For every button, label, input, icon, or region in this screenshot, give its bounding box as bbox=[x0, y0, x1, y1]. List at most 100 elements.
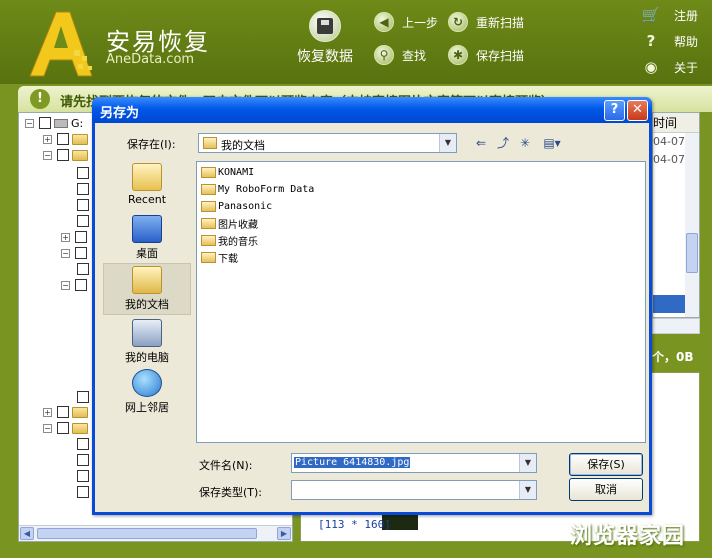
tree-checkbox[interactable] bbox=[57, 422, 69, 434]
close-button[interactable]: ✕ bbox=[627, 100, 648, 121]
register-button[interactable]: 🛒 注册 bbox=[640, 6, 698, 24]
save-scan-icon: ✱ bbox=[448, 45, 468, 65]
expand-icon[interactable]: + bbox=[43, 134, 52, 144]
tree-node[interactable] bbox=[77, 468, 92, 484]
tree-checkbox[interactable] bbox=[77, 167, 89, 179]
selected-row[interactable] bbox=[653, 295, 687, 313]
tree-checkbox[interactable] bbox=[77, 215, 89, 227]
place-recent[interactable]: Recent bbox=[103, 161, 191, 213]
expand-icon[interactable]: + bbox=[61, 232, 70, 242]
tree-node[interactable]: + bbox=[43, 131, 88, 147]
tree-node[interactable]: + bbox=[61, 229, 90, 245]
tree-node[interactable] bbox=[77, 452, 92, 468]
tree-checkbox[interactable] bbox=[39, 117, 51, 129]
rescan-button[interactable]: ↻ 重新扫描 bbox=[448, 12, 524, 32]
dialog-titlebar[interactable]: 另存为 ? ✕ bbox=[92, 97, 652, 123]
filename-field[interactable]: Picture 6414830.jpg ▼ bbox=[291, 453, 537, 473]
watermark-text: 浏览器家园 bbox=[570, 524, 686, 549]
back-button[interactable]: ◀ 上一步 bbox=[374, 12, 438, 32]
chevron-down-icon[interactable]: ▼ bbox=[519, 454, 536, 472]
tree-checkbox[interactable] bbox=[75, 231, 87, 243]
tree-checkbox[interactable] bbox=[75, 279, 87, 291]
tree-node[interactable]: − bbox=[61, 245, 90, 261]
chevron-down-icon[interactable]: ▼ bbox=[439, 134, 456, 152]
tree-checkbox[interactable] bbox=[77, 183, 89, 195]
tree-node[interactable] bbox=[77, 484, 92, 500]
scroll-thumb[interactable] bbox=[37, 528, 257, 539]
tree-checkbox[interactable] bbox=[77, 486, 89, 498]
tree-horizontal-scrollbar[interactable]: ◀ ▶ bbox=[19, 525, 292, 541]
folder-icon bbox=[201, 166, 216, 178]
scroll-thumb[interactable] bbox=[686, 233, 698, 273]
tree-node[interactable]: − bbox=[43, 420, 88, 436]
about-button[interactable]: ◉ 关于 bbox=[640, 58, 698, 76]
list-item[interactable]: My RoboForm Data bbox=[201, 181, 314, 197]
list-item[interactable]: 图片收藏 bbox=[201, 215, 258, 231]
scroll-right-icon[interactable]: ▶ bbox=[277, 527, 291, 540]
up-folder-icon[interactable]: ⤴ bbox=[493, 134, 513, 152]
back-arrow-icon[interactable]: ⇐ bbox=[471, 134, 491, 152]
tree-checkbox[interactable] bbox=[57, 133, 69, 145]
tree-checkbox[interactable] bbox=[75, 247, 87, 259]
find-button[interactable]: ⚲ 查找 bbox=[374, 45, 426, 65]
save-scan-button[interactable]: ✱ 保存扫描 bbox=[448, 45, 524, 65]
folder-contents-list[interactable]: KONAMI My RoboForm Data Panasonic 图片收藏 我… bbox=[196, 161, 646, 443]
tree-node[interactable] bbox=[77, 213, 92, 229]
collapse-icon[interactable]: − bbox=[61, 248, 70, 258]
collapse-icon[interactable]: − bbox=[43, 150, 52, 160]
list-item[interactable]: 我的音乐 bbox=[201, 232, 258, 248]
tree-checkbox[interactable] bbox=[57, 149, 69, 161]
refresh-icon: ↻ bbox=[448, 12, 468, 32]
tree-node[interactable] bbox=[77, 181, 92, 197]
tree-node[interactable] bbox=[77, 165, 92, 181]
save-in-dropdown[interactable]: 我的文档 ▼ bbox=[198, 133, 457, 153]
tree-node[interactable]: − bbox=[61, 277, 90, 293]
list-item[interactable]: KONAMI bbox=[201, 164, 254, 180]
list-vertical-scrollbar[interactable] bbox=[685, 133, 699, 317]
tree-node[interactable] bbox=[77, 261, 92, 277]
list-item[interactable]: 下载 bbox=[201, 249, 238, 265]
pictures-folder-icon bbox=[201, 217, 216, 229]
filetype-dropdown[interactable]: ▼ bbox=[291, 480, 537, 500]
save-scan-label: 保存扫描 bbox=[476, 48, 525, 63]
list-horizontal-scrollbar[interactable] bbox=[652, 318, 700, 334]
place-network[interactable]: 网上邻居 bbox=[103, 367, 191, 419]
tree-node[interactable] bbox=[77, 197, 92, 213]
list-item[interactable]: Panasonic bbox=[201, 198, 272, 214]
help-button[interactable]: ? 帮助 bbox=[640, 32, 698, 50]
collapse-icon[interactable]: − bbox=[61, 280, 70, 290]
new-folder-icon[interactable]: ✳ bbox=[515, 134, 535, 152]
tree-node[interactable]: − bbox=[43, 147, 88, 163]
tree-checkbox[interactable] bbox=[77, 263, 89, 275]
place-my-computer[interactable]: 我的电脑 bbox=[103, 317, 191, 369]
tree-checkbox[interactable] bbox=[57, 406, 69, 418]
tree-checkbox[interactable] bbox=[77, 391, 89, 403]
tree-node[interactable]: + bbox=[43, 404, 88, 420]
view-menu-icon[interactable]: ▤▾ bbox=[539, 134, 565, 152]
place-my-documents[interactable]: 我的文档 bbox=[103, 263, 191, 315]
recover-data-button[interactable]: 恢复数据 bbox=[290, 10, 360, 66]
place-desktop[interactable]: 桌面 bbox=[103, 213, 191, 265]
scroll-left-icon[interactable]: ◀ bbox=[20, 527, 34, 540]
tree-checkbox[interactable] bbox=[77, 438, 89, 450]
column-header-time[interactable]: 时间 bbox=[653, 113, 699, 133]
tree-root[interactable]: − G: bbox=[25, 115, 83, 131]
save-button[interactable]: 保存(S) bbox=[569, 453, 643, 476]
cart-icon: 🛒 bbox=[641, 6, 661, 24]
help-caption-button[interactable]: ? bbox=[604, 100, 625, 121]
place-label: Recent bbox=[127, 193, 167, 206]
tree-checkbox[interactable] bbox=[77, 199, 89, 211]
tree-node[interactable] bbox=[77, 389, 92, 405]
place-label: 网上邻居 bbox=[125, 401, 169, 414]
tree-checkbox[interactable] bbox=[77, 454, 89, 466]
tree-checkbox[interactable] bbox=[77, 470, 89, 482]
expand-icon[interactable]: + bbox=[43, 407, 52, 417]
collapse-icon[interactable]: − bbox=[25, 118, 34, 128]
file-list-panel[interactable]: 时间 04-07 04-07 bbox=[652, 112, 700, 318]
place-label: 我的文档 bbox=[125, 298, 169, 311]
cancel-button[interactable]: 取消 bbox=[569, 478, 643, 501]
tree-node[interactable] bbox=[77, 436, 92, 452]
chevron-down-icon[interactable]: ▼ bbox=[519, 481, 536, 499]
filename-value: Picture 6414830.jpg bbox=[294, 457, 411, 468]
collapse-icon[interactable]: − bbox=[43, 423, 52, 433]
